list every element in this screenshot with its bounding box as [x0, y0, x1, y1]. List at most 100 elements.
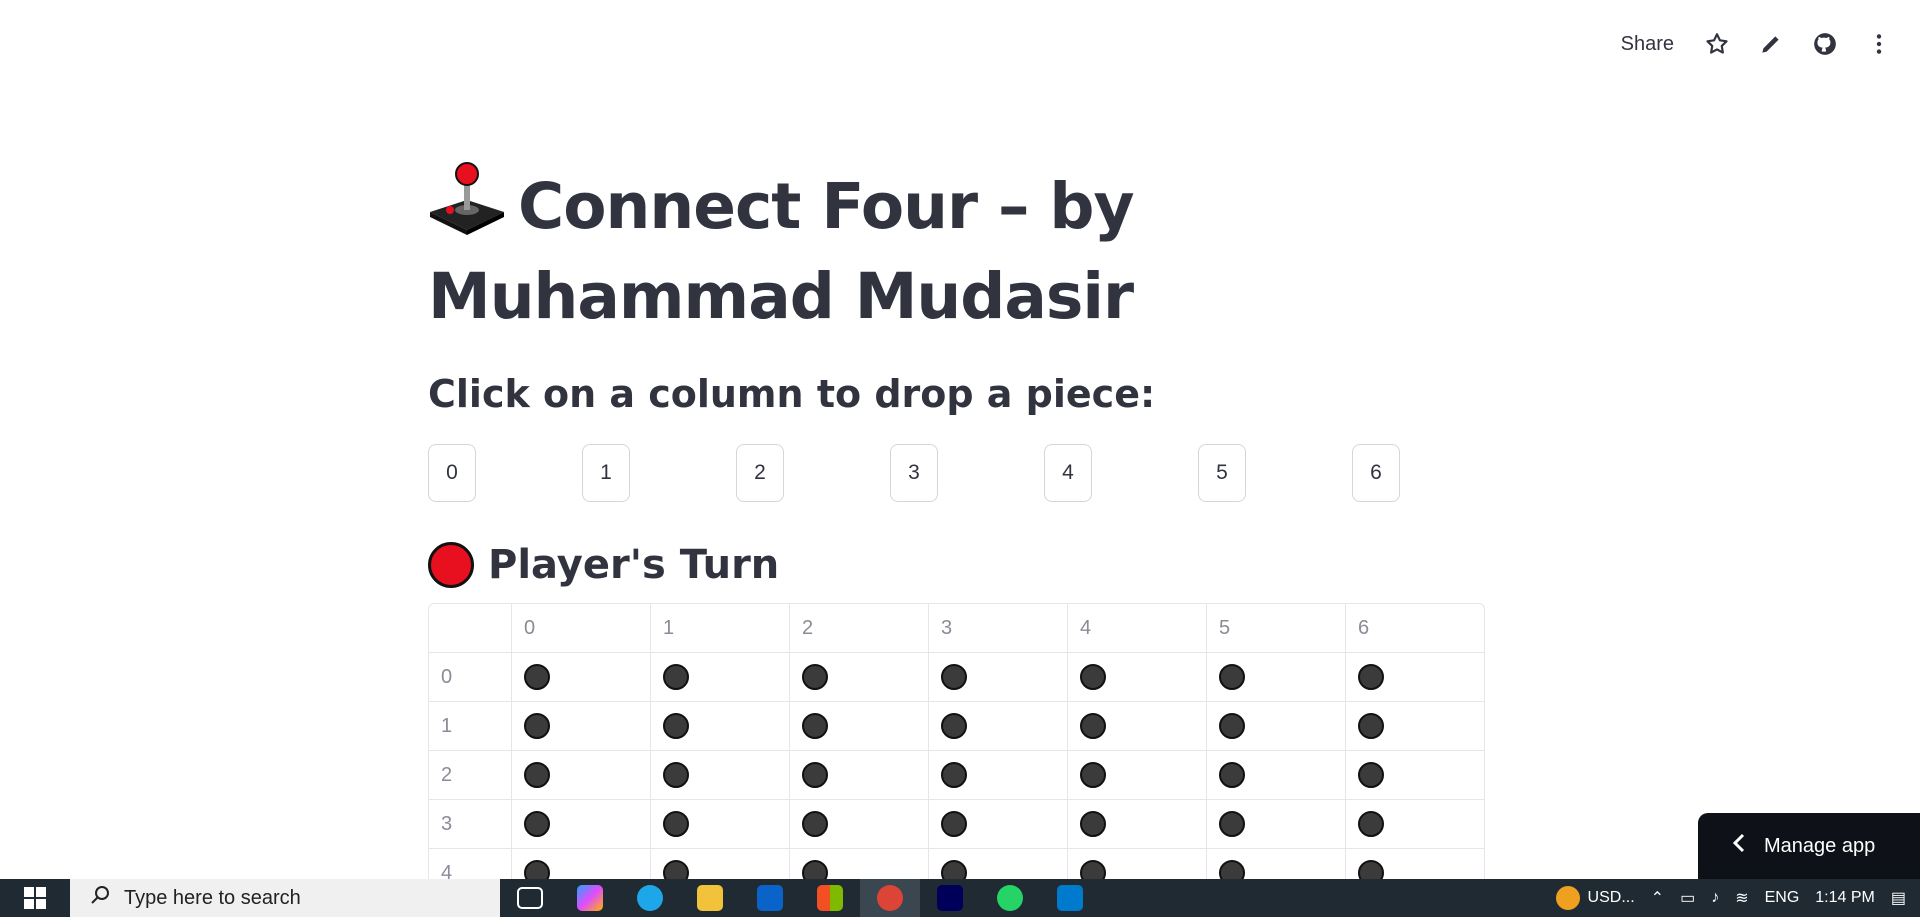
column-header[interactable]: 4	[1067, 604, 1206, 652]
board-cell[interactable]	[1206, 702, 1345, 750]
system-tray: USD... ⌃ ▭ ♪ ≋ ENG 1:14 PM ▤	[1555, 886, 1920, 910]
outlook-icon[interactable]	[740, 879, 800, 917]
board-cell[interactable]	[511, 800, 650, 848]
empty-disc-icon	[524, 811, 550, 837]
row-index: 3	[441, 812, 453, 835]
board-cell[interactable]	[650, 800, 789, 848]
more-vert-icon[interactable]	[1862, 27, 1896, 61]
copilot-icon[interactable]	[560, 879, 620, 917]
board-cell[interactable]	[1206, 800, 1345, 848]
volume-icon[interactable]: ♪	[1711, 889, 1719, 907]
whatsapp-icon[interactable]	[980, 879, 1040, 917]
column-button-2[interactable]: 2	[736, 444, 784, 502]
top-toolbar: Share	[1615, 24, 1896, 64]
board-cell[interactable]	[650, 702, 789, 750]
main-content: Connect Four – by Muhammad Mudasir Click…	[428, 160, 1488, 588]
board-cell[interactable]	[511, 751, 650, 799]
board-table[interactable]: 0 1 2 3 4 5 6 0 1 2 3 4	[428, 603, 1485, 898]
clock[interactable]: 1:14 PM	[1815, 889, 1875, 907]
column-header[interactable]: 5	[1206, 604, 1345, 652]
column-button-6[interactable]: 6	[1352, 444, 1400, 502]
board-cell[interactable]	[1067, 751, 1206, 799]
column-header[interactable]: 1	[650, 604, 789, 652]
board-cell[interactable]	[928, 653, 1067, 701]
column-header[interactable]: 2	[789, 604, 928, 652]
manage-app-label: Manage app	[1764, 834, 1876, 857]
edge-icon[interactable]	[620, 879, 680, 917]
windows-start-button[interactable]	[0, 879, 70, 917]
empty-disc-icon	[1219, 762, 1245, 788]
board-cell[interactable]	[1206, 653, 1345, 701]
empty-disc-icon	[1358, 811, 1384, 837]
chrome-icon[interactable]	[860, 879, 920, 917]
coins-icon	[1555, 886, 1580, 910]
column-buttons: 0 1 2 3 4 5 6	[428, 444, 1488, 504]
board-cell[interactable]	[650, 751, 789, 799]
column-button-3[interactable]: 3	[890, 444, 938, 502]
board-cell[interactable]	[1345, 653, 1484, 701]
taskbar: Type here to search USD... ⌃ ▭ ♪ ≋ ENG 1…	[0, 879, 1920, 917]
board-cell[interactable]	[1067, 800, 1206, 848]
column-header[interactable]: 0	[511, 604, 650, 652]
joystick-icon	[428, 160, 506, 256]
board-cell[interactable]	[789, 653, 928, 701]
empty-disc-icon	[802, 762, 828, 788]
column-button-4[interactable]: 4	[1044, 444, 1092, 502]
table-row: 2	[429, 751, 1484, 800]
turn-indicator: Player's Turn	[428, 542, 1488, 588]
empty-disc-icon	[941, 762, 967, 788]
table-row: 3	[429, 800, 1484, 849]
empty-disc-icon	[1358, 664, 1384, 690]
column-button-1[interactable]: 1	[582, 444, 630, 502]
board-cell[interactable]	[789, 800, 928, 848]
network-icon[interactable]: ▭	[1680, 888, 1695, 908]
taskbar-search-placeholder: Type here to search	[124, 886, 301, 909]
board-cell[interactable]	[1206, 751, 1345, 799]
premiere-pro-icon[interactable]	[920, 879, 980, 917]
column-button-0[interactable]: 0	[428, 444, 476, 502]
microsoft-store-icon[interactable]	[800, 879, 860, 917]
board-cell[interactable]	[1067, 702, 1206, 750]
vscode-icon[interactable]	[1040, 879, 1100, 917]
board-cell[interactable]	[789, 751, 928, 799]
empty-disc-icon	[802, 713, 828, 739]
board-cell[interactable]	[1345, 702, 1484, 750]
index-header	[429, 604, 511, 652]
taskbar-search-input[interactable]: Type here to search	[70, 879, 500, 917]
share-button[interactable]: Share	[1615, 33, 1680, 56]
board-cell[interactable]	[1345, 800, 1484, 848]
edit-icon[interactable]	[1754, 27, 1788, 61]
empty-disc-icon	[524, 713, 550, 739]
board-cell[interactable]	[511, 702, 650, 750]
empty-disc-icon	[1358, 713, 1384, 739]
board-cell[interactable]	[789, 702, 928, 750]
currency-widget[interactable]: USD...	[1555, 886, 1635, 910]
column-button-5[interactable]: 5	[1198, 444, 1246, 502]
search-icon	[90, 884, 112, 912]
empty-disc-icon	[663, 713, 689, 739]
board-cell[interactable]	[1345, 751, 1484, 799]
board-cell[interactable]	[928, 702, 1067, 750]
column-header[interactable]: 6	[1345, 604, 1484, 652]
manage-app-button[interactable]: Manage app	[1698, 813, 1920, 879]
column-header[interactable]: 3	[928, 604, 1067, 652]
empty-disc-icon	[663, 664, 689, 690]
github-icon[interactable]	[1808, 27, 1842, 61]
board-cell[interactable]	[1067, 653, 1206, 701]
board-cell[interactable]	[650, 653, 789, 701]
chevron-up-icon[interactable]: ⌃	[1651, 888, 1664, 908]
board-cell[interactable]	[928, 751, 1067, 799]
board-cell[interactable]	[511, 653, 650, 701]
task-view-icon[interactable]	[500, 879, 560, 917]
board-cell[interactable]	[928, 800, 1067, 848]
star-icon[interactable]	[1700, 27, 1734, 61]
language-indicator[interactable]: ENG	[1765, 889, 1800, 907]
page-title-text: Connect Four – by Muhammad Mudasir	[428, 170, 1135, 333]
turn-text: Player's Turn	[488, 542, 780, 588]
notifications-icon[interactable]: ▤	[1891, 888, 1906, 908]
empty-disc-icon	[1219, 811, 1245, 837]
file-explorer-icon[interactable]	[680, 879, 740, 917]
empty-disc-icon	[941, 713, 967, 739]
wifi-icon[interactable]: ≋	[1735, 888, 1748, 908]
empty-disc-icon	[524, 762, 550, 788]
